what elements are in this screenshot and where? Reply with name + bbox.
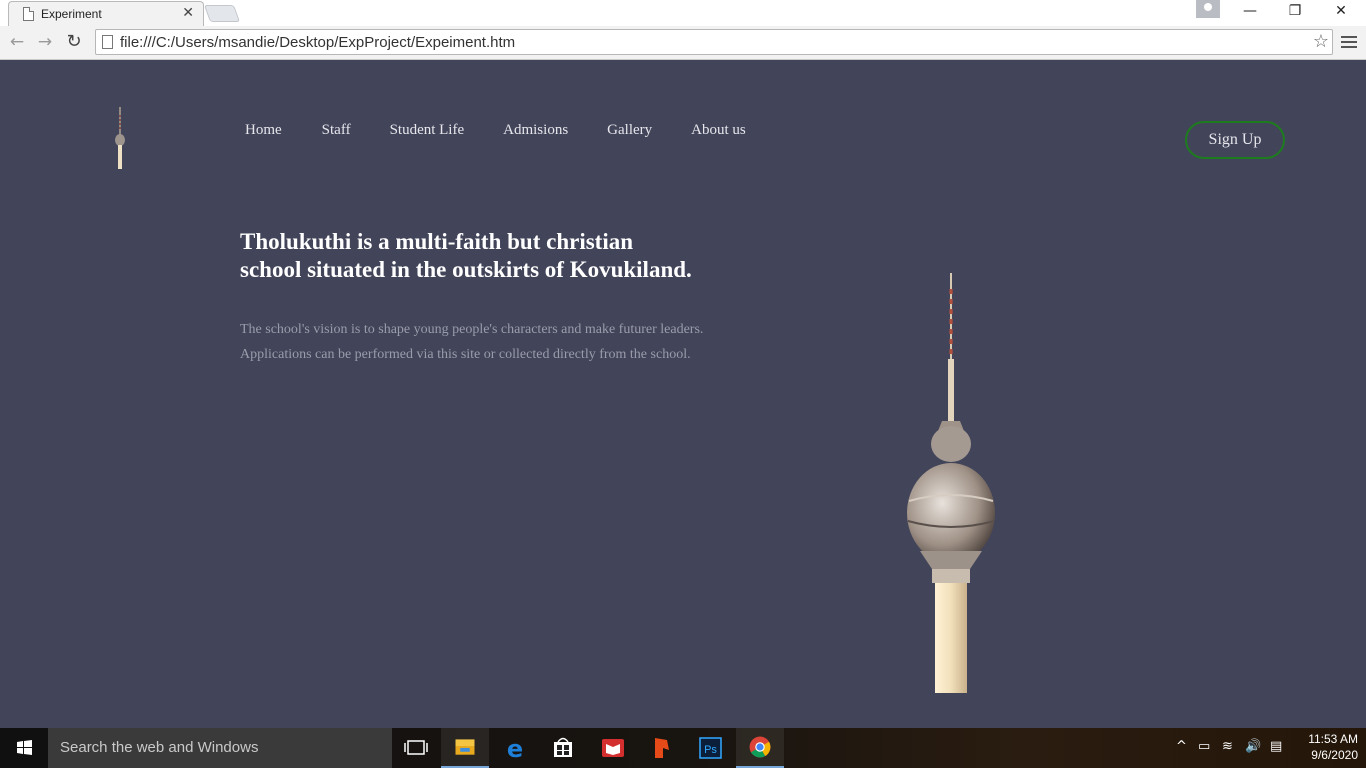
document-icon [23, 7, 34, 21]
bookmark-star-icon[interactable]: ☆ [1313, 31, 1329, 52]
nav-staff[interactable]: Staff [322, 122, 351, 139]
browser-menu-button[interactable] [1341, 34, 1357, 50]
headline: Tholukuthi is a multi-faith but christia… [240, 228, 760, 284]
headline-line-2: school situated in the outskirts of Kovu… [240, 257, 692, 282]
nav-home[interactable]: Home [245, 122, 282, 139]
reader-icon[interactable] [589, 728, 637, 768]
tower-logo[interactable] [114, 107, 126, 169]
wifi-icon[interactable]: ≋ [1222, 739, 1233, 754]
nav-student-life[interactable]: Student Life [390, 122, 465, 139]
browser-tab[interactable]: Experiment ✕ [8, 1, 204, 26]
windows-start-icon[interactable] [0, 728, 48, 768]
description: The school's vision is to shape young pe… [240, 317, 703, 367]
app-icon[interactable] [637, 728, 685, 768]
close-window-button[interactable]: ✕ [1318, 3, 1364, 23]
page-icon [102, 35, 113, 49]
battery-icon[interactable]: ▭ [1198, 739, 1210, 754]
task-view-icon[interactable] [392, 728, 440, 768]
nav-admisions[interactable]: Admisions [503, 122, 568, 139]
clock[interactable]: 11:53 AM 9/6/2020 [1294, 731, 1358, 763]
reload-button[interactable]: ↻ [63, 31, 85, 53]
restore-button[interactable]: ❐ [1272, 3, 1318, 23]
browser-toolbar: ← → ↻ file:///C:/Users/msandie/Desktop/E… [0, 26, 1366, 60]
taskbar-search[interactable]: Search the web and Windows [48, 728, 392, 768]
headline-line-1: Tholukuthi is a multi-faith but christia… [240, 229, 634, 254]
sign-up-button[interactable]: Sign Up [1185, 121, 1285, 159]
tab-close-button[interactable]: ✕ [182, 5, 194, 21]
clock-time: 11:53 AM [1308, 732, 1358, 746]
nav-about-us[interactable]: About us [691, 122, 746, 139]
volume-icon[interactable]: 🔊 [1245, 739, 1261, 754]
forward-button[interactable]: → [34, 31, 56, 53]
photoshop-label: Ps [704, 744, 717, 756]
url-text[interactable]: file:///C:/Users/msandie/Desktop/ExpProj… [120, 34, 515, 51]
notifications-icon[interactable]: ▤ [1270, 739, 1282, 754]
new-tab-button[interactable] [203, 5, 241, 22]
back-button[interactable]: ← [6, 31, 28, 53]
address-bar[interactable]: file:///C:/Users/msandie/Desktop/ExpProj… [95, 29, 1333, 55]
web-page: Home Staff Student Life Admisions Galler… [0, 61, 1366, 728]
clock-date: 9/6/2020 [1311, 748, 1358, 762]
edge-icon[interactable]: e [491, 728, 539, 768]
taskbar: Search the web and Windows e Ps ^ ▭ ≋ 🔊 … [0, 728, 1366, 768]
file-explorer-icon[interactable] [441, 728, 489, 768]
description-line-2: Applications can be performed via this s… [240, 347, 691, 362]
tv-tower-image [907, 273, 995, 693]
main-nav: Home Staff Student Life Admisions Galler… [245, 122, 746, 139]
nav-gallery[interactable]: Gallery [607, 122, 652, 139]
person-icon [1204, 3, 1212, 11]
minimize-button[interactable]: — [1227, 3, 1273, 23]
svg-text:e: e [507, 735, 523, 763]
photoshop-icon[interactable]: Ps [687, 728, 735, 768]
search-placeholder: Search the web and Windows [60, 739, 259, 756]
store-icon[interactable] [539, 728, 587, 768]
description-line-1: The school's vision is to shape young pe… [240, 322, 704, 337]
chrome-icon[interactable] [736, 728, 784, 768]
tray-expand-icon[interactable]: ^ [1176, 739, 1187, 754]
tab-title: Experiment [41, 7, 102, 21]
title-bar: Experiment ✕ — ❐ ✕ [0, 0, 1366, 26]
profile-button[interactable] [1196, 0, 1220, 18]
